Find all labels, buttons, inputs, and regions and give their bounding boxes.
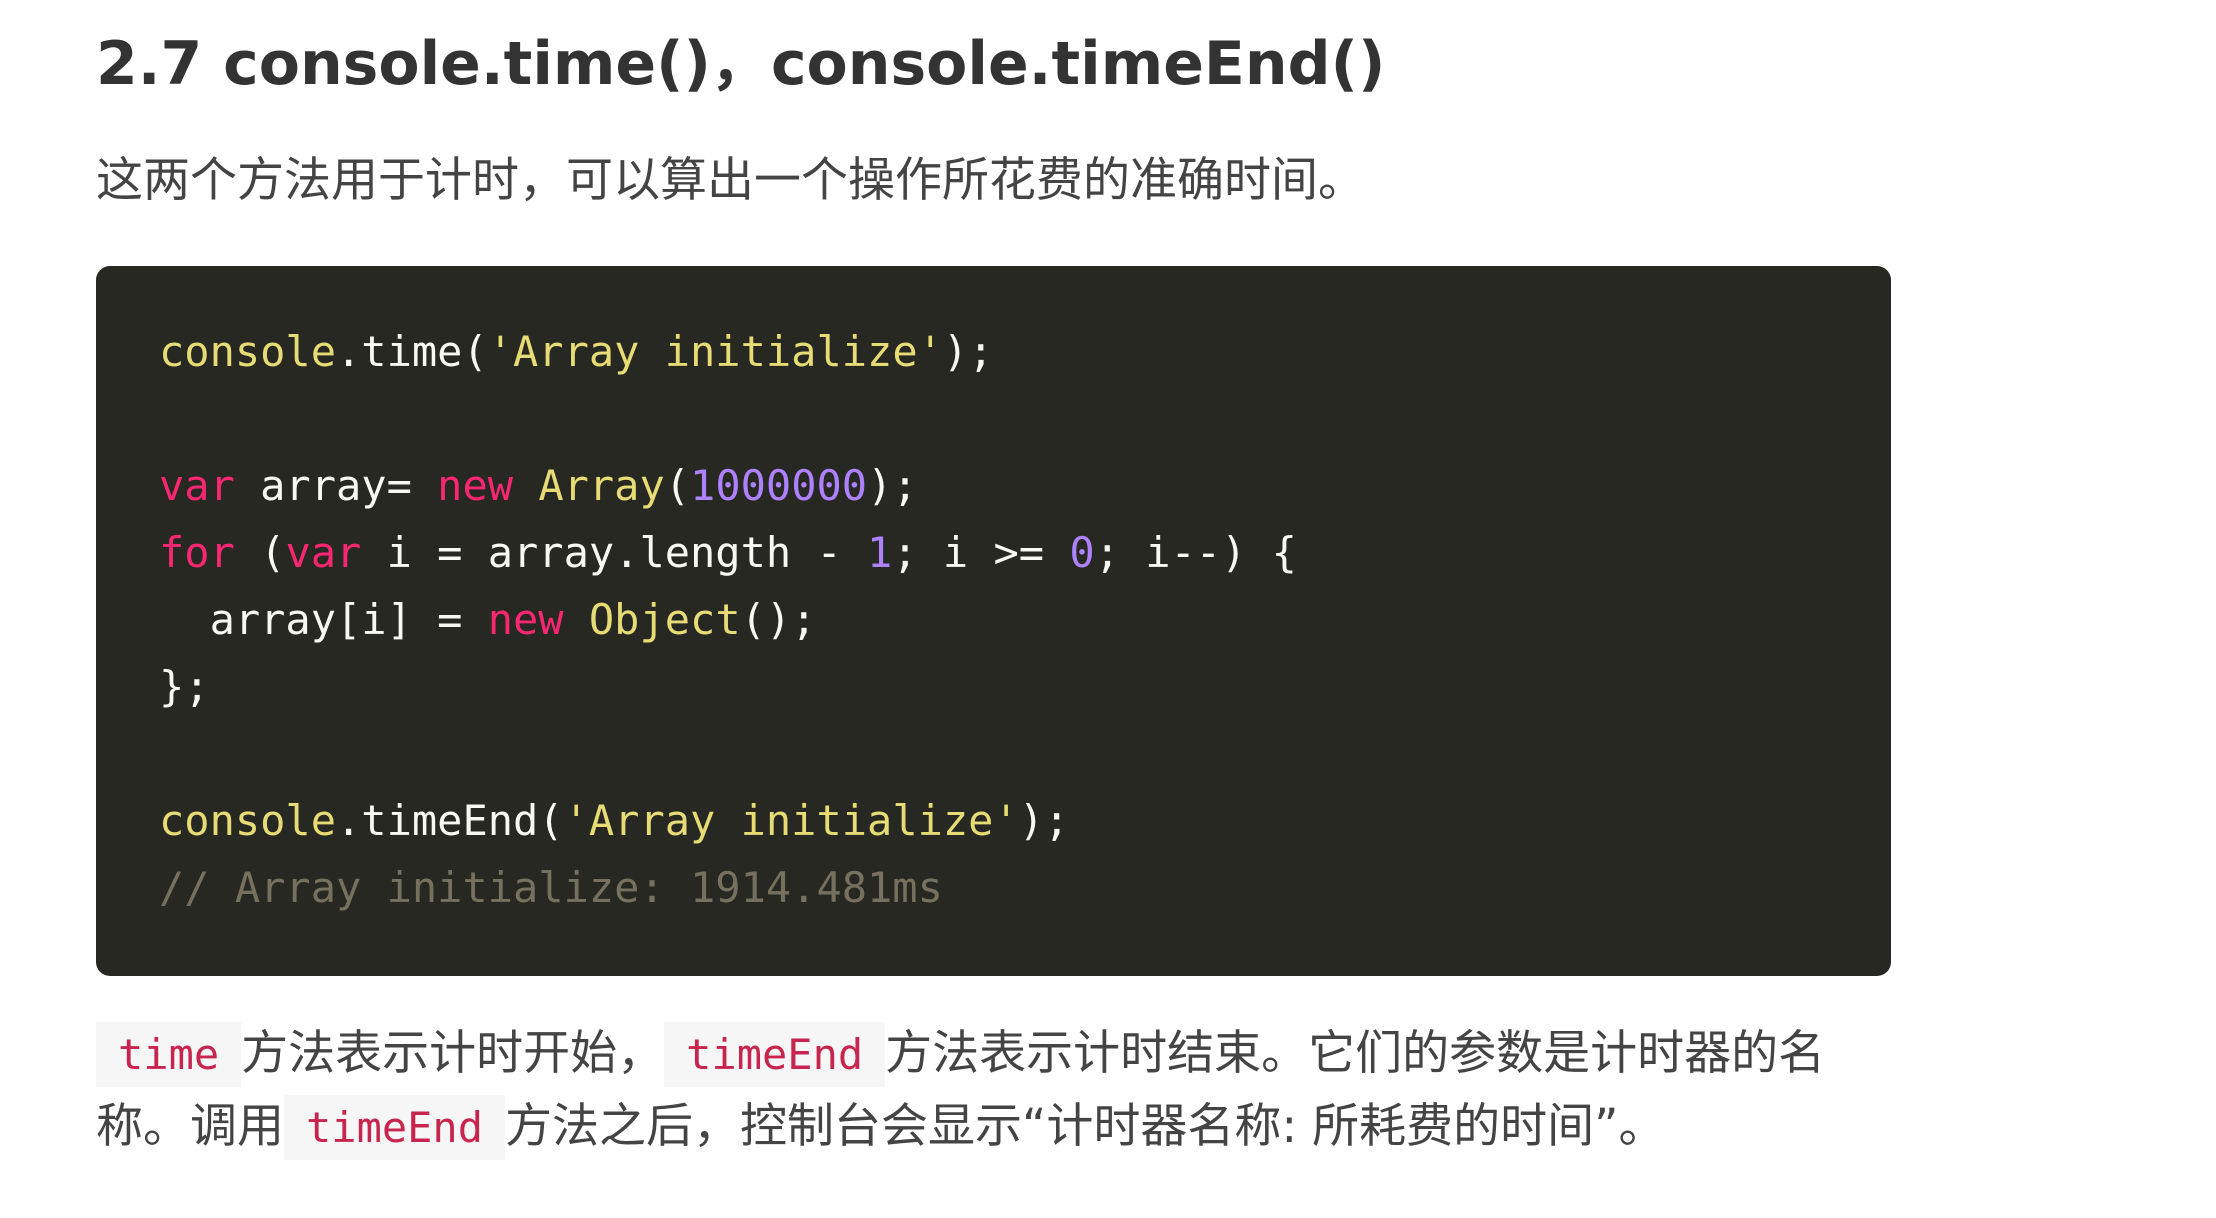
- code-token: ; i >=: [892, 528, 1070, 577]
- code-keyword: var: [159, 461, 235, 510]
- inline-code-timeend: timeEnd: [664, 1022, 886, 1087]
- code-keyword: new: [437, 461, 514, 510]
- code-token: ();: [740, 595, 817, 644]
- code-token: };: [159, 662, 210, 711]
- code-token: );: [1018, 796, 1070, 845]
- code-string: 'Array initialize': [563, 796, 1019, 845]
- paragraph-text: 方法之后，控制台会显示“计时器名称: 所耗费的时间”。: [505, 1099, 1666, 1154]
- code-line-3: for (var i = array.length - 1; i >= 0; i…: [159, 519, 1891, 586]
- inline-code-time: time: [96, 1022, 242, 1087]
- intro-paragraph: 这两个方法用于计时，可以算出一个操作所花费的准确时间。: [96, 153, 1365, 208]
- code-token: (: [234, 528, 286, 577]
- code-line-4: array[i] = new Object();: [159, 586, 1891, 653]
- section-heading: 2.7 console.time()，console.timeEnd(): [96, 29, 1386, 99]
- code-token: .time(: [336, 327, 488, 376]
- code-keyword: var: [285, 528, 362, 577]
- code-token: .timeEnd(: [336, 796, 564, 845]
- code-token: array=: [234, 461, 438, 510]
- code-class-name: Object: [588, 595, 741, 644]
- code-line-2: var array= new Array(1000000);: [159, 452, 1891, 519]
- code-comment: // Array initialize: 1914.481ms: [159, 863, 943, 912]
- code-block: console.time('Array initialize'); var ar…: [96, 266, 1891, 976]
- code-token: ; i--) {: [1094, 528, 1297, 577]
- code-number: 0: [1069, 528, 1095, 577]
- code-token: array[i] =: [159, 595, 488, 644]
- explanation-paragraph: time 方法表示计时开始， timeEnd 方法表示计时结束。它们的参数是计时器的名…: [96, 1018, 1916, 1164]
- code-line-1: console.time('Array initialize');: [159, 318, 1891, 385]
- code-number: 1: [867, 528, 893, 577]
- paragraph-text: 方法表示计时开始，: [241, 1026, 665, 1081]
- code-token: );: [942, 327, 994, 376]
- code-token: );: [867, 461, 918, 510]
- code-class-name: Array: [538, 461, 665, 510]
- code-string: 'Array initialize': [487, 327, 943, 376]
- inline-code-timeend: timeEnd: [284, 1095, 506, 1160]
- code-keyword: new: [487, 595, 564, 644]
- code-token: i = array.length -: [361, 528, 868, 577]
- code-line-7: // Array initialize: 1914.481ms: [159, 854, 1891, 921]
- code-keyword: for: [159, 528, 235, 577]
- code-line-6: console.timeEnd('Array initialize');: [159, 787, 1891, 854]
- code-number: 1000000: [690, 461, 868, 510]
- code-line-5: };: [159, 653, 1891, 720]
- code-token: console: [159, 327, 337, 376]
- code-token: (: [664, 461, 691, 510]
- code-token: console: [159, 796, 337, 845]
